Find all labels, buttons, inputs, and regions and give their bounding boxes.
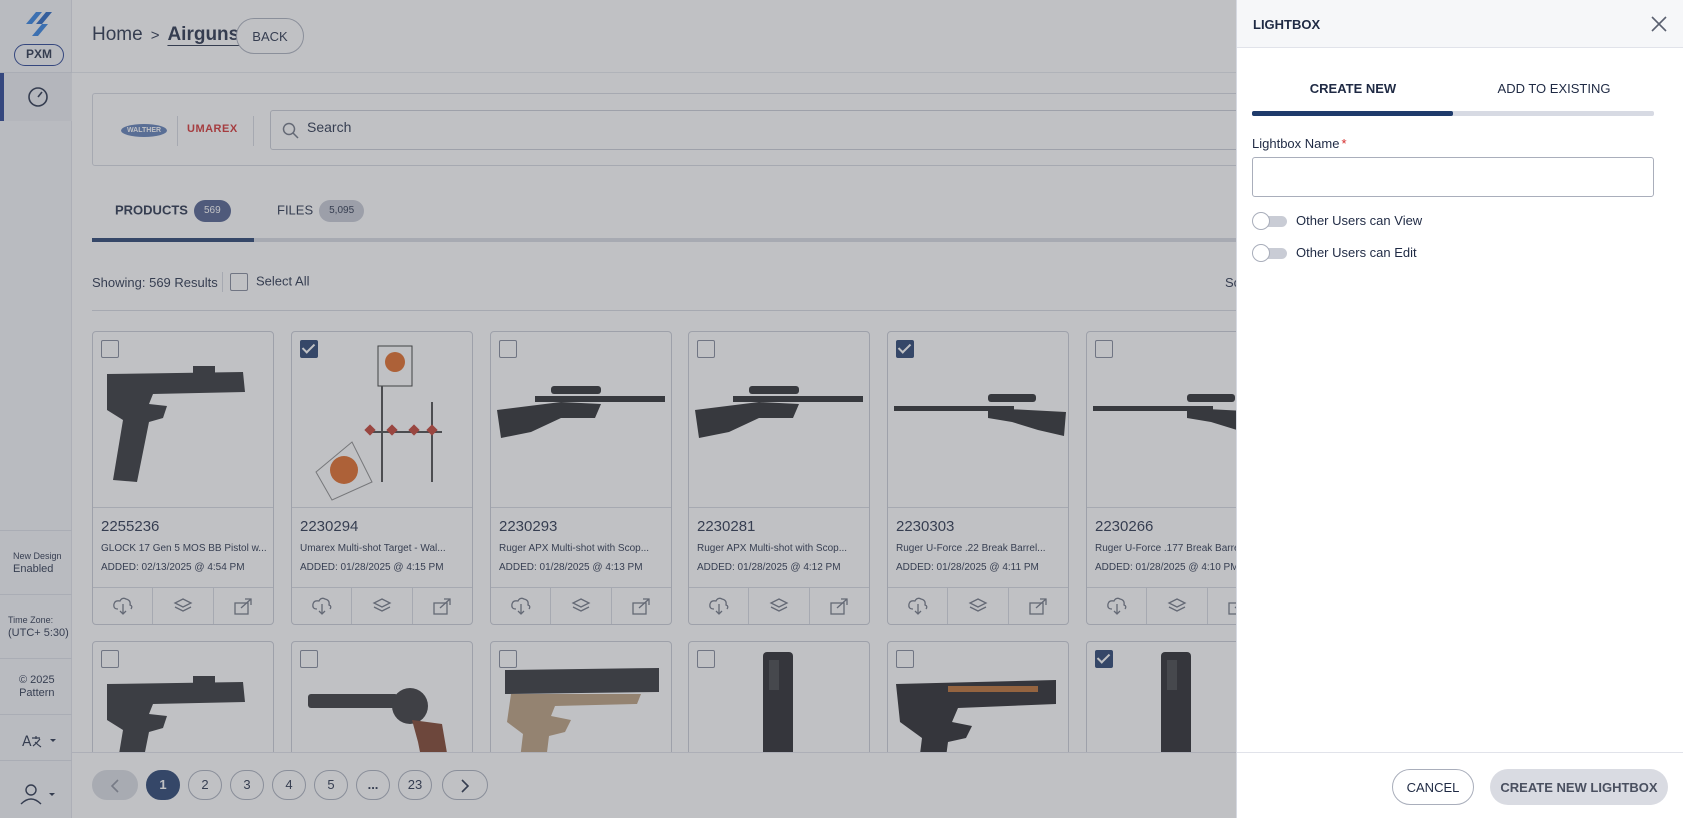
lightbox-tab-indicator: [1252, 111, 1654, 116]
toggle-edit-label: Other Users can Edit: [1296, 245, 1417, 260]
divider: [1237, 752, 1683, 753]
close-icon[interactable]: [1649, 14, 1669, 34]
toggle-view[interactable]: [1252, 212, 1287, 230]
lightbox-name-input[interactable]: [1252, 157, 1654, 197]
required-marker: *: [1341, 136, 1347, 151]
toggle-knob: [1252, 212, 1270, 230]
lightbox-title: LIGHTBOX: [1253, 17, 1321, 32]
lightbox-name-label: Lightbox Name *: [1252, 136, 1347, 151]
lightbox-tab-indicator-fill: [1252, 111, 1453, 116]
tab-create-new[interactable]: CREATE NEW: [1253, 81, 1453, 96]
create-lightbox-button[interactable]: CREATE NEW LIGHTBOX: [1490, 769, 1668, 805]
toggle-edit[interactable]: [1252, 244, 1287, 262]
cancel-button[interactable]: CANCEL: [1392, 769, 1474, 805]
tab-add-to-existing[interactable]: ADD TO EXISTING: [1454, 81, 1654, 96]
modal-backdrop[interactable]: [0, 0, 1236, 818]
lightbox-panel: LIGHTBOX CREATE NEW ADD TO EXISTING Ligh…: [1236, 0, 1683, 818]
toggle-view-label: Other Users can View: [1296, 213, 1423, 228]
lightbox-name-label-text: Lightbox Name: [1252, 136, 1340, 151]
lightbox-header: LIGHTBOX: [1237, 0, 1683, 48]
toggle-knob: [1252, 244, 1270, 262]
